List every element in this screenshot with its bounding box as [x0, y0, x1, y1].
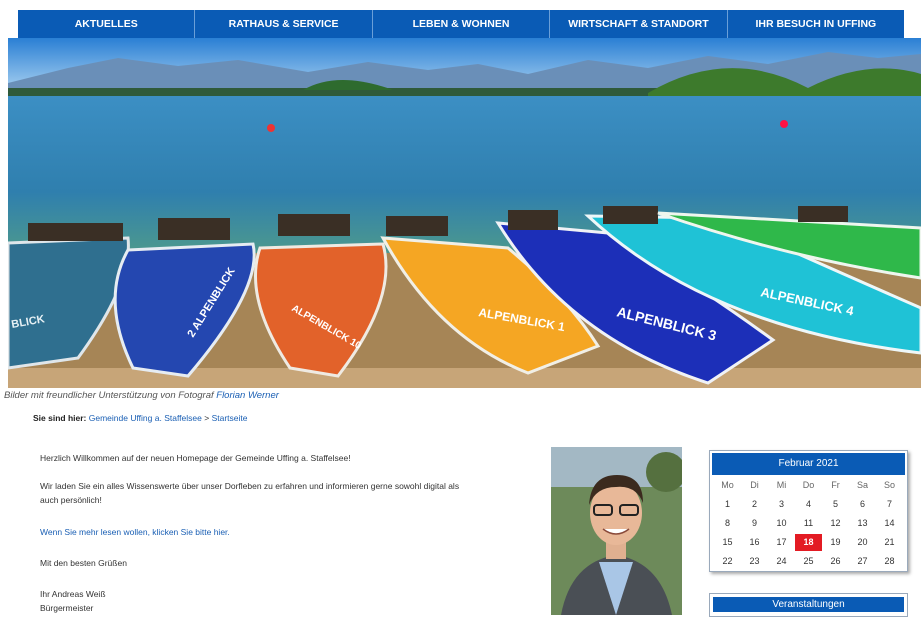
nav-item-ihr-besuch[interactable]: IHR BESUCH IN UFFING	[728, 10, 904, 38]
calendar-day[interactable]: 1	[714, 496, 741, 513]
calendar-day[interactable]: 10	[768, 515, 795, 532]
calendar-day[interactable]: 15	[714, 534, 741, 551]
main-nav: AKTUELLES RATHAUS & SERVICE LEBEN & WOHN…	[18, 10, 904, 38]
calendar-day[interactable]: 14	[876, 515, 903, 532]
mayor-photo	[551, 447, 682, 615]
nav-item-wirtschaft-standort[interactable]: WIRTSCHAFT & STANDORT	[550, 10, 728, 38]
breadcrumb: Sie sind hier: Gemeinde Uffing a. Staffe…	[33, 413, 247, 423]
calendar-grid: Mo Di Mi Do Fr Sa So 1 2 3 4 5 6 7 8 9 10 11 12 13 14…	[714, 477, 903, 570]
hero-image: BLICK 2 ALPENBLICK ALPENBLICK 10 ALPENBL…	[8, 38, 921, 388]
read-more-link[interactable]: Wenn Sie mehr lesen wollen, klicken Sie …	[40, 525, 230, 539]
calendar-day[interactable]: 20	[849, 534, 876, 551]
calendar-day[interactable]: 4	[795, 496, 822, 513]
calendar-day[interactable]: 26	[822, 553, 849, 570]
calendar-day[interactable]: 16	[741, 534, 768, 551]
breadcrumb-separator: >	[204, 413, 210, 423]
calendar-day-today[interactable]: 18	[795, 534, 822, 551]
weekday-label: So	[883, 480, 895, 490]
lake-boats-photo: BLICK 2 ALPENBLICK ALPENBLICK 10 ALPENBL…	[8, 38, 921, 388]
calendar-day[interactable]: 11	[795, 515, 822, 532]
calendar-day[interactable]: 6	[849, 496, 876, 513]
photographer-link[interactable]: Florian Werner	[216, 390, 279, 401]
photo-credit-text: Bilder mit freundlicher Unterstützung vo…	[4, 390, 217, 401]
nav-item-leben-wohnen[interactable]: LEBEN & WOHNEN	[373, 10, 551, 38]
calendar-day[interactable]: 19	[822, 534, 849, 551]
calendar-day[interactable]: 13	[849, 515, 876, 532]
weekday-label: Fr	[831, 480, 840, 490]
calendar-day[interactable]: 17	[768, 534, 795, 551]
calendar-day[interactable]: 28	[876, 553, 903, 570]
calendar-title[interactable]: Februar 2021	[712, 453, 905, 475]
calendar-day[interactable]: 24	[768, 553, 795, 570]
photo-credit: Bilder mit freundlicher Unterstützung vo…	[4, 390, 279, 401]
calendar-day[interactable]: 22	[714, 553, 741, 570]
welcome-line-1: Herzlich Willkommen auf der neuen Homepa…	[40, 453, 351, 463]
welcome-line-2b: auch persönlich!	[40, 495, 102, 505]
calendar-day[interactable]: 23	[741, 553, 768, 570]
calendar-widget: Februar 2021 Mo Di Mi Do Fr Sa So 123456…	[709, 450, 908, 572]
mayor-portrait	[551, 447, 682, 615]
calendar-day[interactable]: 9	[741, 515, 768, 532]
calendar-day[interactable]: 2	[741, 496, 768, 513]
breadcrumb-current[interactable]: Startseite	[212, 413, 248, 423]
calendar-day[interactable]: 7	[876, 496, 903, 513]
events-title[interactable]: Veranstaltungen	[713, 597, 904, 612]
nav-item-aktuelles[interactable]: AKTUELLES	[18, 10, 196, 38]
signature-role: Bürgermeister	[40, 603, 94, 613]
calendar-day[interactable]: 27	[849, 553, 876, 570]
weekday-label: Do	[802, 480, 815, 490]
breadcrumb-label: Sie sind hier:	[33, 413, 87, 423]
calendar-day[interactable]: 5	[822, 496, 849, 513]
calendar-day[interactable]: 25	[795, 553, 822, 570]
weekday-label: Mo	[721, 480, 734, 490]
welcome-line-2a: Wir laden Sie ein alles Wissenswerte übe…	[40, 481, 460, 491]
calendar-day[interactable]: 3	[768, 496, 795, 513]
nav-item-rathaus-service[interactable]: RATHAUS & SERVICE	[195, 10, 373, 38]
calendar-day[interactable]: 12	[822, 515, 849, 532]
signature-name: Ihr Andreas Weiß	[40, 589, 106, 599]
breadcrumb-home-link[interactable]: Gemeinde Uffing a. Staffelsee	[89, 413, 202, 423]
calendar-day[interactable]: 8	[714, 515, 741, 532]
calendar-day[interactable]: 21	[876, 534, 903, 551]
weekday-label: Di	[750, 480, 759, 490]
weekday-label: Mi	[776, 480, 787, 490]
greeting: Mit den besten Grüßen	[40, 558, 127, 568]
weekday-label: Sa	[856, 480, 868, 490]
events-widget: Veranstaltungen	[709, 593, 908, 617]
